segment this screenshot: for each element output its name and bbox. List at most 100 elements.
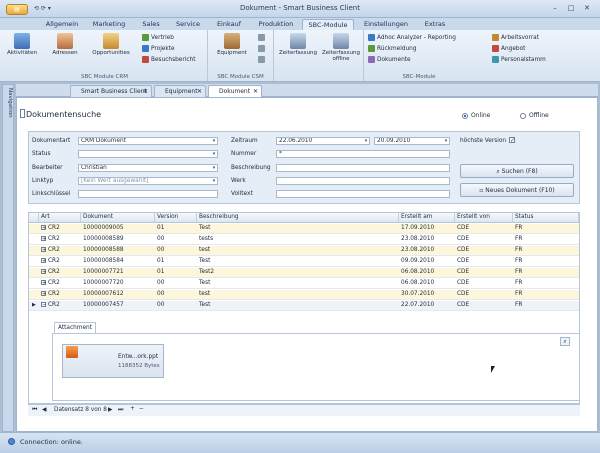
linktyp-select[interactable]: [Kein Wert ausgewählt] ▾ bbox=[78, 177, 218, 185]
col-header-erstellt-von[interactable]: Erstellt von bbox=[455, 213, 513, 223]
chevron-down-icon[interactable]: ▾ bbox=[211, 165, 217, 171]
tab-smart-business-client[interactable]: Smart Business Client ✕ bbox=[70, 85, 152, 97]
tab-sbc-module[interactable]: SBC-Module bbox=[302, 19, 354, 30]
tab-einkauf[interactable]: Einkauf bbox=[212, 19, 246, 30]
table-row[interactable]: + CR2 10000007721 01 Test2 06.08.2010 CDE… bbox=[29, 268, 579, 278]
zeitraum-bis-input[interactable]: 20.09.2010 ▾ bbox=[374, 137, 450, 145]
bearbeiter-select[interactable]: Christian ▾ bbox=[78, 164, 218, 172]
collapse-icon[interactable]: − bbox=[41, 302, 46, 308]
next-record-icon[interactable]: ▶ bbox=[108, 407, 112, 413]
table-row[interactable]: + CR2 10000007612 00 test 30.07.2010 CDE … bbox=[29, 290, 579, 300]
first-record-icon[interactable]: ⏮ bbox=[32, 407, 37, 414]
cell-dokument: 10000009005 bbox=[83, 225, 124, 231]
table-row[interactable]: + CR2 10000007720 00 Test 06.08.2010 CDE … bbox=[29, 279, 579, 289]
tab-allgemein[interactable]: Allgemein bbox=[44, 19, 80, 30]
col-header-dokument[interactable]: Dokument bbox=[81, 213, 155, 223]
rueckmeldung-button[interactable]: Rückmeldung bbox=[368, 45, 417, 54]
close-tab-icon[interactable]: ✕ bbox=[253, 86, 258, 97]
expand-icon[interactable]: + bbox=[41, 269, 46, 275]
chevron-down-icon[interactable]: ▾ bbox=[443, 138, 449, 144]
tab-sales[interactable]: Sales bbox=[138, 19, 164, 30]
tab-dokument[interactable]: Dokument ✕ bbox=[208, 85, 262, 97]
expand-icon[interactable]: + bbox=[41, 247, 46, 253]
chevron-down-icon[interactable]: ▾ bbox=[211, 138, 217, 144]
angebot-button[interactable]: Angebot bbox=[492, 45, 525, 54]
minimize-icon[interactable]: – bbox=[548, 3, 562, 13]
tab-marketing[interactable]: Marketing bbox=[90, 19, 128, 30]
tab-extras[interactable]: Extras bbox=[420, 19, 450, 30]
suchen-button[interactable]: ⌕ Suchen (F8) bbox=[460, 164, 574, 178]
prev-record-icon[interactable]: ◀ bbox=[42, 407, 46, 413]
adressen-button[interactable]: Adressen bbox=[50, 33, 80, 56]
opportunities-button[interactable]: Opportunities bbox=[88, 33, 134, 56]
hoechste-version-checkbox[interactable]: ✓ bbox=[509, 137, 515, 144]
document-icon bbox=[20, 109, 25, 118]
besuchsbericht-button[interactable]: Besuchsbericht bbox=[142, 56, 196, 65]
table-row[interactable]: + CR2 10000008588 00 test 23.08.2010 CDE … bbox=[29, 246, 579, 256]
col-header-beschreibung[interactable]: Beschreibung bbox=[197, 213, 399, 223]
close-tab-icon[interactable]: ✕ bbox=[143, 86, 148, 97]
table-row[interactable]: + CR2 10000009005 01 Test 17.09.2010 CDE … bbox=[29, 224, 579, 234]
table-row[interactable]: + CR2 10000008589 00 tests 23.08.2010 CDE… bbox=[29, 235, 579, 245]
attachment-tab[interactable]: Attachment bbox=[54, 322, 96, 333]
zeiterfassung-button[interactable]: Zeiterfassung bbox=[278, 33, 318, 56]
col-header-status[interactable]: Status bbox=[513, 213, 579, 223]
neues-dokument-button[interactable]: ▫ Neues Dokument (F10) bbox=[460, 183, 574, 197]
table-row-selected[interactable]: ▶ − CR2 10000007457 00 Test 22.07.2010 CD… bbox=[29, 301, 579, 311]
chevron-down-icon[interactable]: ▾ bbox=[363, 138, 369, 144]
projekte-label: Projekte bbox=[151, 46, 175, 52]
zeiterfassung-offline-label: Zeiterfassung offline bbox=[322, 50, 360, 62]
maximize-icon[interactable]: □ bbox=[564, 3, 578, 13]
werk-input[interactable] bbox=[276, 177, 450, 185]
linkschluessel-input[interactable] bbox=[78, 190, 218, 198]
expand-icon[interactable]: + bbox=[41, 291, 46, 297]
vertrieb-button[interactable]: Vertrieb bbox=[142, 34, 174, 43]
dokumentart-select[interactable]: CRM Dokument ▾ bbox=[78, 137, 218, 145]
zoom-icon[interactable]: ⌕ bbox=[560, 337, 570, 346]
tab-equipment[interactable]: Equipment ✕ bbox=[154, 85, 206, 97]
status-label: Status bbox=[32, 151, 51, 157]
col-header-art[interactable]: Art bbox=[39, 213, 81, 223]
csm-small-3[interactable] bbox=[258, 56, 267, 65]
arbeitsvorrat-button[interactable]: Arbeitsvorrat bbox=[492, 34, 539, 43]
dokumente-button[interactable]: Dokumente bbox=[368, 56, 411, 65]
close-icon[interactable]: ✕ bbox=[580, 3, 594, 13]
sales-icon bbox=[142, 34, 149, 41]
tab-service[interactable]: Service bbox=[172, 19, 204, 30]
beschreibung-input[interactable] bbox=[276, 164, 450, 172]
adhoc-analyzer-button[interactable]: Adhoc Analyzer - Reporting bbox=[368, 34, 456, 43]
art-value: CR2 bbox=[48, 247, 60, 253]
tab-einstellungen[interactable]: Einstellungen bbox=[360, 19, 412, 30]
table-row[interactable]: + CR2 10000008584 01 Test 09.09.2010 CDE … bbox=[29, 257, 579, 267]
navigation-pane[interactable] bbox=[2, 84, 14, 432]
col-header-version[interactable]: Version bbox=[155, 213, 197, 223]
add-record-icon[interactable]: + bbox=[130, 406, 135, 412]
tab-produktion[interactable]: Produktion bbox=[254, 19, 298, 30]
expand-icon[interactable]: + bbox=[41, 280, 46, 286]
zeiterfassung-offline-button[interactable]: Zeiterfassung offline bbox=[320, 33, 362, 62]
chevron-down-icon[interactable]: ▾ bbox=[211, 178, 217, 184]
zeitraum-von-input[interactable]: 22.06.2010 ▾ bbox=[276, 137, 370, 145]
volltext-input[interactable] bbox=[276, 190, 450, 198]
remove-record-icon[interactable]: − bbox=[139, 406, 144, 412]
close-tab-icon[interactable]: ✕ bbox=[197, 86, 202, 97]
csm-small-2[interactable] bbox=[258, 45, 267, 54]
projekte-button[interactable]: Projekte bbox=[142, 45, 175, 54]
expand-icon[interactable]: + bbox=[41, 258, 46, 264]
offline-radio[interactable]: Offline bbox=[520, 112, 549, 119]
attachment-filename: Entw...ork.ppt bbox=[118, 354, 159, 360]
chevron-down-icon[interactable]: ▾ bbox=[211, 151, 217, 157]
expand-icon[interactable]: + bbox=[41, 236, 46, 242]
personalstamm-button[interactable]: Personalstamm bbox=[492, 56, 546, 65]
col-header-erstellt-am[interactable]: Erstellt am bbox=[399, 213, 455, 223]
online-radio[interactable]: Online bbox=[462, 112, 490, 119]
equipment-button[interactable]: Equipment bbox=[216, 33, 248, 56]
expand-icon[interactable]: + bbox=[41, 225, 46, 231]
aktivitaeten-button[interactable]: Aktivitäten bbox=[4, 33, 40, 56]
csm-small-1[interactable] bbox=[258, 34, 267, 43]
last-record-icon[interactable]: ⏭ bbox=[118, 407, 123, 414]
ribbon: Aktivitäten Adressen Opportunities Vertr… bbox=[0, 30, 600, 82]
nummer-input[interactable]: * bbox=[276, 150, 450, 158]
status-select[interactable]: ▾ bbox=[78, 150, 218, 158]
cell-erstellt-am: 09.09.2010 bbox=[401, 258, 435, 264]
